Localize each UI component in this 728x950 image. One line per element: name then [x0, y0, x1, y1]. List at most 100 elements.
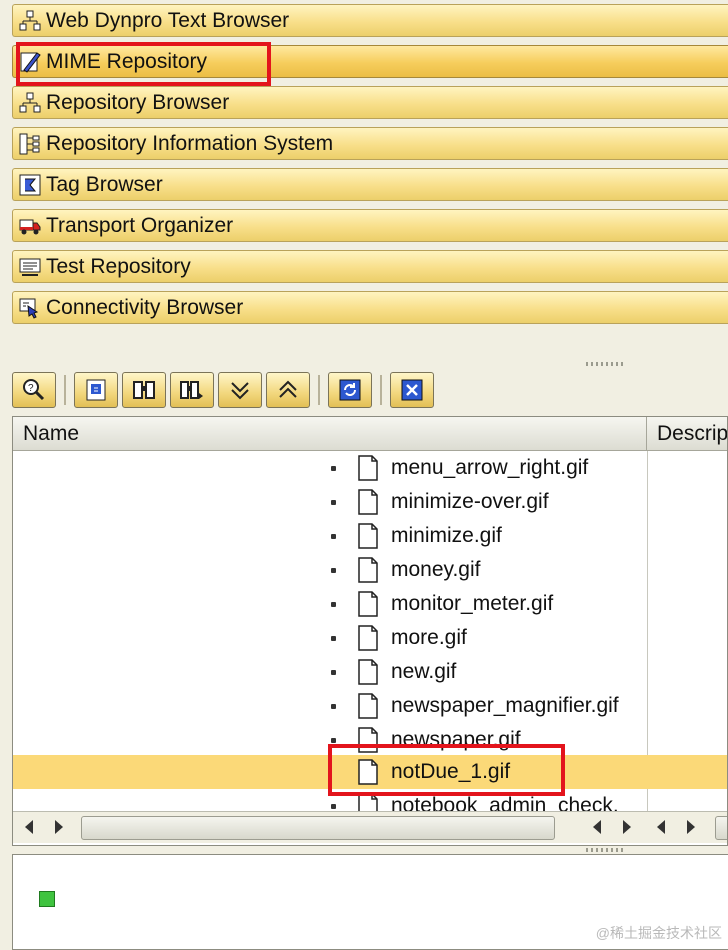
tree-bullet	[331, 669, 336, 675]
file-name: minimize-over.gif	[391, 490, 549, 513]
close-button[interactable]	[390, 372, 434, 408]
file-icon	[358, 727, 378, 753]
tree-bullet	[331, 737, 336, 743]
tree-structure-icon	[16, 131, 44, 157]
tree-row[interactable]: monitor_meter.gif	[13, 587, 727, 621]
nav-transport-organizer[interactable]: Transport Organizer	[12, 209, 728, 242]
column-header-name[interactable]: Name	[13, 417, 647, 451]
nav-label: Web Dynpro Text Browser	[46, 8, 290, 32]
tree-bullet	[331, 533, 336, 539]
nav-label: Repository Information System	[46, 131, 334, 155]
file-icon	[358, 489, 378, 515]
file-name: notDue_1.gif	[391, 760, 511, 783]
tree-row[interactable]: newspaper.gif	[13, 723, 727, 757]
nav-tag-browser[interactable]: Tag Browser	[12, 168, 728, 201]
file-icon	[358, 625, 378, 651]
tree-bullet	[331, 567, 336, 573]
tree-bullet	[331, 601, 336, 607]
nav-label: Repository Browser	[46, 90, 230, 114]
nav-repository-browser[interactable]: Repository Browser	[12, 86, 728, 119]
splitter-handle[interactable]	[586, 848, 626, 852]
file-icon	[358, 759, 378, 785]
info-button[interactable]	[74, 372, 118, 408]
file-icon	[358, 523, 378, 549]
expand-icon	[231, 382, 249, 400]
scroll-left-icon[interactable]	[593, 820, 601, 834]
tree-bullet	[331, 803, 336, 809]
toolbar-separator	[380, 375, 382, 405]
file-icon	[358, 455, 378, 481]
hierarchy-icon	[16, 90, 44, 116]
scroll-left-icon[interactable]	[25, 820, 33, 834]
nav-mime-repository[interactable]: MIME Repository	[12, 45, 728, 78]
refresh-button[interactable]	[328, 372, 372, 408]
file-icon	[358, 557, 378, 583]
nav-test-repository[interactable]: Test Repository	[12, 250, 728, 283]
find-icon: ?	[23, 379, 45, 401]
toolbar-separator	[318, 375, 320, 405]
file-icon	[358, 693, 378, 719]
toolbar-separator	[64, 375, 66, 405]
file-name: menu_arrow_right.gif	[391, 456, 589, 479]
file-name: newspaper.gif	[391, 728, 521, 751]
tree-row[interactable]: new.gif	[13, 655, 727, 689]
nav-web-dynpro-text-browser[interactable]: Web Dynpro Text Browser	[12, 4, 728, 37]
file-name: minimize.gif	[391, 524, 502, 547]
tree-row[interactable]: menu_arrow_right.gif	[13, 451, 727, 485]
horizontal-scrollbar-name[interactable]	[13, 811, 647, 843]
tree-row[interactable]: newspaper_magnifier.gif	[13, 689, 727, 723]
horizontal-scrollbar-description[interactable]	[647, 811, 727, 843]
find-button[interactable]: ?	[12, 372, 56, 408]
tree-bullet	[331, 703, 336, 709]
svg-text:?: ?	[28, 383, 34, 394]
splitter-handle[interactable]	[586, 362, 626, 366]
truck-icon	[16, 213, 44, 239]
file-icon	[358, 591, 378, 617]
test-icon	[16, 254, 44, 280]
file-icon	[358, 659, 378, 685]
binoculars-icon	[133, 381, 155, 399]
file-name: money.gif	[391, 558, 481, 581]
tree-row[interactable]: minimize.gif	[13, 519, 727, 553]
file-name: more.gif	[391, 626, 467, 649]
nav-label: MIME Repository	[46, 49, 208, 73]
tree-row-selected[interactable]: notDue_1.gif	[13, 755, 727, 789]
tree-bullet	[331, 635, 336, 641]
connectivity-icon	[16, 295, 44, 321]
expand-button[interactable]	[218, 372, 262, 408]
nav-repository-information-system[interactable]: Repository Information System	[12, 127, 728, 160]
scroll-right-icon[interactable]	[55, 820, 63, 834]
scroll-left-icon[interactable]	[657, 820, 665, 834]
pencil-icon	[16, 49, 44, 75]
status-green-icon	[39, 891, 55, 907]
close-icon	[401, 379, 423, 401]
nav-label: Tag Browser	[46, 172, 163, 196]
info-icon	[86, 379, 106, 401]
tree-bullet	[331, 465, 336, 471]
tree-row[interactable]: money.gif	[13, 553, 727, 587]
nav-label: Test Repository	[46, 254, 191, 278]
navigation-bars: Web Dynpro Text Browser MIME Repository …	[0, 0, 728, 336]
scroll-right-icon[interactable]	[687, 820, 695, 834]
tree-bullet	[331, 499, 336, 505]
binoculars-button[interactable]	[122, 372, 166, 408]
tag-icon	[16, 172, 44, 198]
file-name: newspaper_magnifier.gif	[391, 694, 619, 717]
column-header-description[interactable]: Descrip	[647, 417, 727, 451]
watermark: @稀土掘金技术社区	[595, 925, 722, 941]
binoculars-next-button[interactable]	[170, 372, 214, 408]
scrollbar-thumb[interactable]	[715, 816, 727, 840]
file-name: monitor_meter.gif	[391, 592, 554, 615]
detail-pane: @稀土掘金技术社区	[12, 854, 728, 950]
nav-label: Transport Organizer	[46, 213, 234, 237]
refresh-icon	[339, 379, 361, 401]
hierarchy-icon	[16, 8, 44, 34]
scrollbar-thumb[interactable]	[81, 816, 555, 840]
nav-connectivity-browser[interactable]: Connectivity Browser	[12, 291, 728, 324]
tree-row[interactable]: minimize-over.gif	[13, 485, 727, 519]
collapse-icon	[279, 380, 297, 398]
scroll-right-icon[interactable]	[623, 820, 631, 834]
toolbar: ?	[12, 368, 728, 412]
collapse-button[interactable]	[266, 372, 310, 408]
tree-row[interactable]: more.gif	[13, 621, 727, 655]
